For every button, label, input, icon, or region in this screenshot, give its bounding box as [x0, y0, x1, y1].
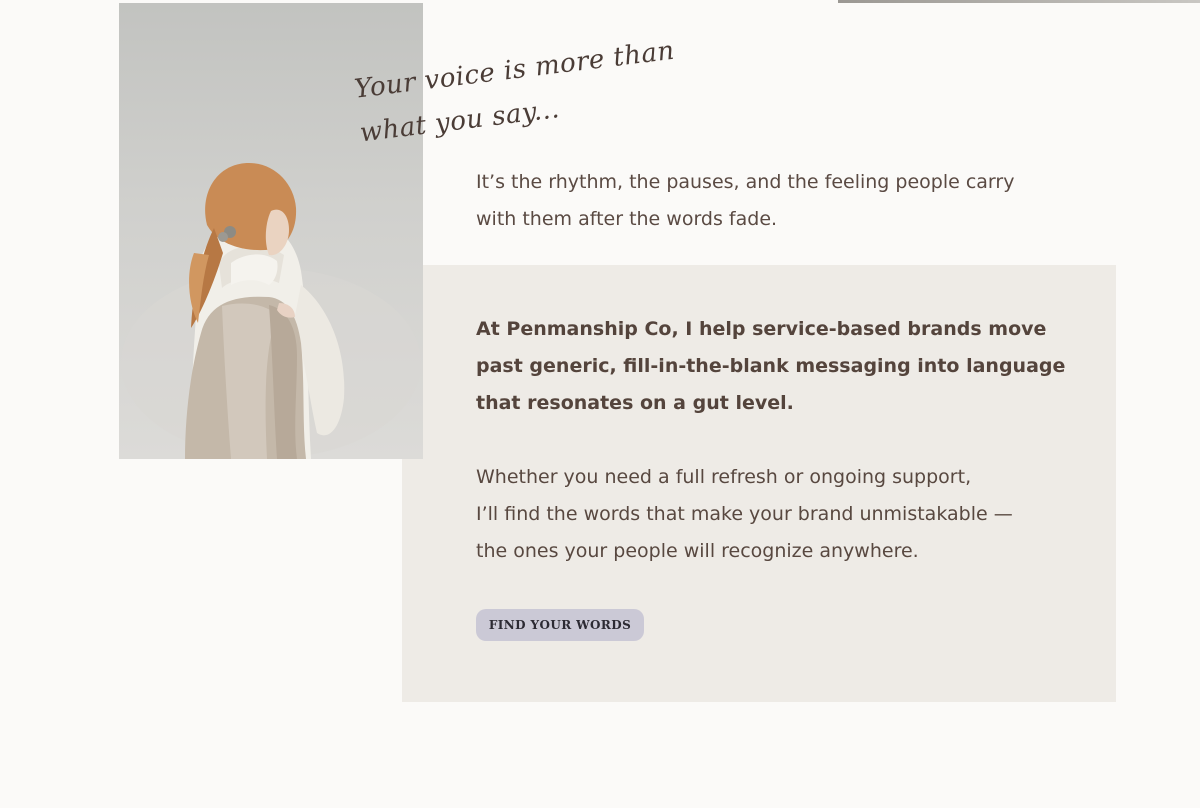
about-paragraph-2-line-1: Whether you need a full refresh or ongoi… [476, 466, 972, 488]
about-paragraph-2-line-3: the ones your people will recognize anyw… [476, 540, 919, 562]
about-paragraph-1-line-3: that resonates on a gut level. [476, 392, 794, 414]
about-paragraph-2: Whether you need a full refresh or ongoi… [476, 459, 1076, 570]
about-paragraph-2-line-2: I’ll find the words that make your brand… [476, 503, 1013, 525]
about-paragraph-1-line-1: At Penmanship Co, I help service-based b… [476, 318, 1047, 340]
intro-line-2: with them after the words fade. [476, 208, 778, 230]
about-paragraph-1: At Penmanship Co, I help service-based b… [476, 311, 1076, 422]
about-paragraph-1-line-2: past generic, fill-in-the-blank messagin… [476, 355, 1066, 377]
find-your-words-button[interactable]: FIND YOUR WORDS [476, 609, 644, 641]
intro-paragraph: It’s the rhythm, the pauses, and the fee… [476, 164, 1096, 238]
intro-line-1: It’s the rhythm, the pauses, and the fee… [476, 171, 1015, 193]
top-divider-line [838, 0, 1200, 3]
